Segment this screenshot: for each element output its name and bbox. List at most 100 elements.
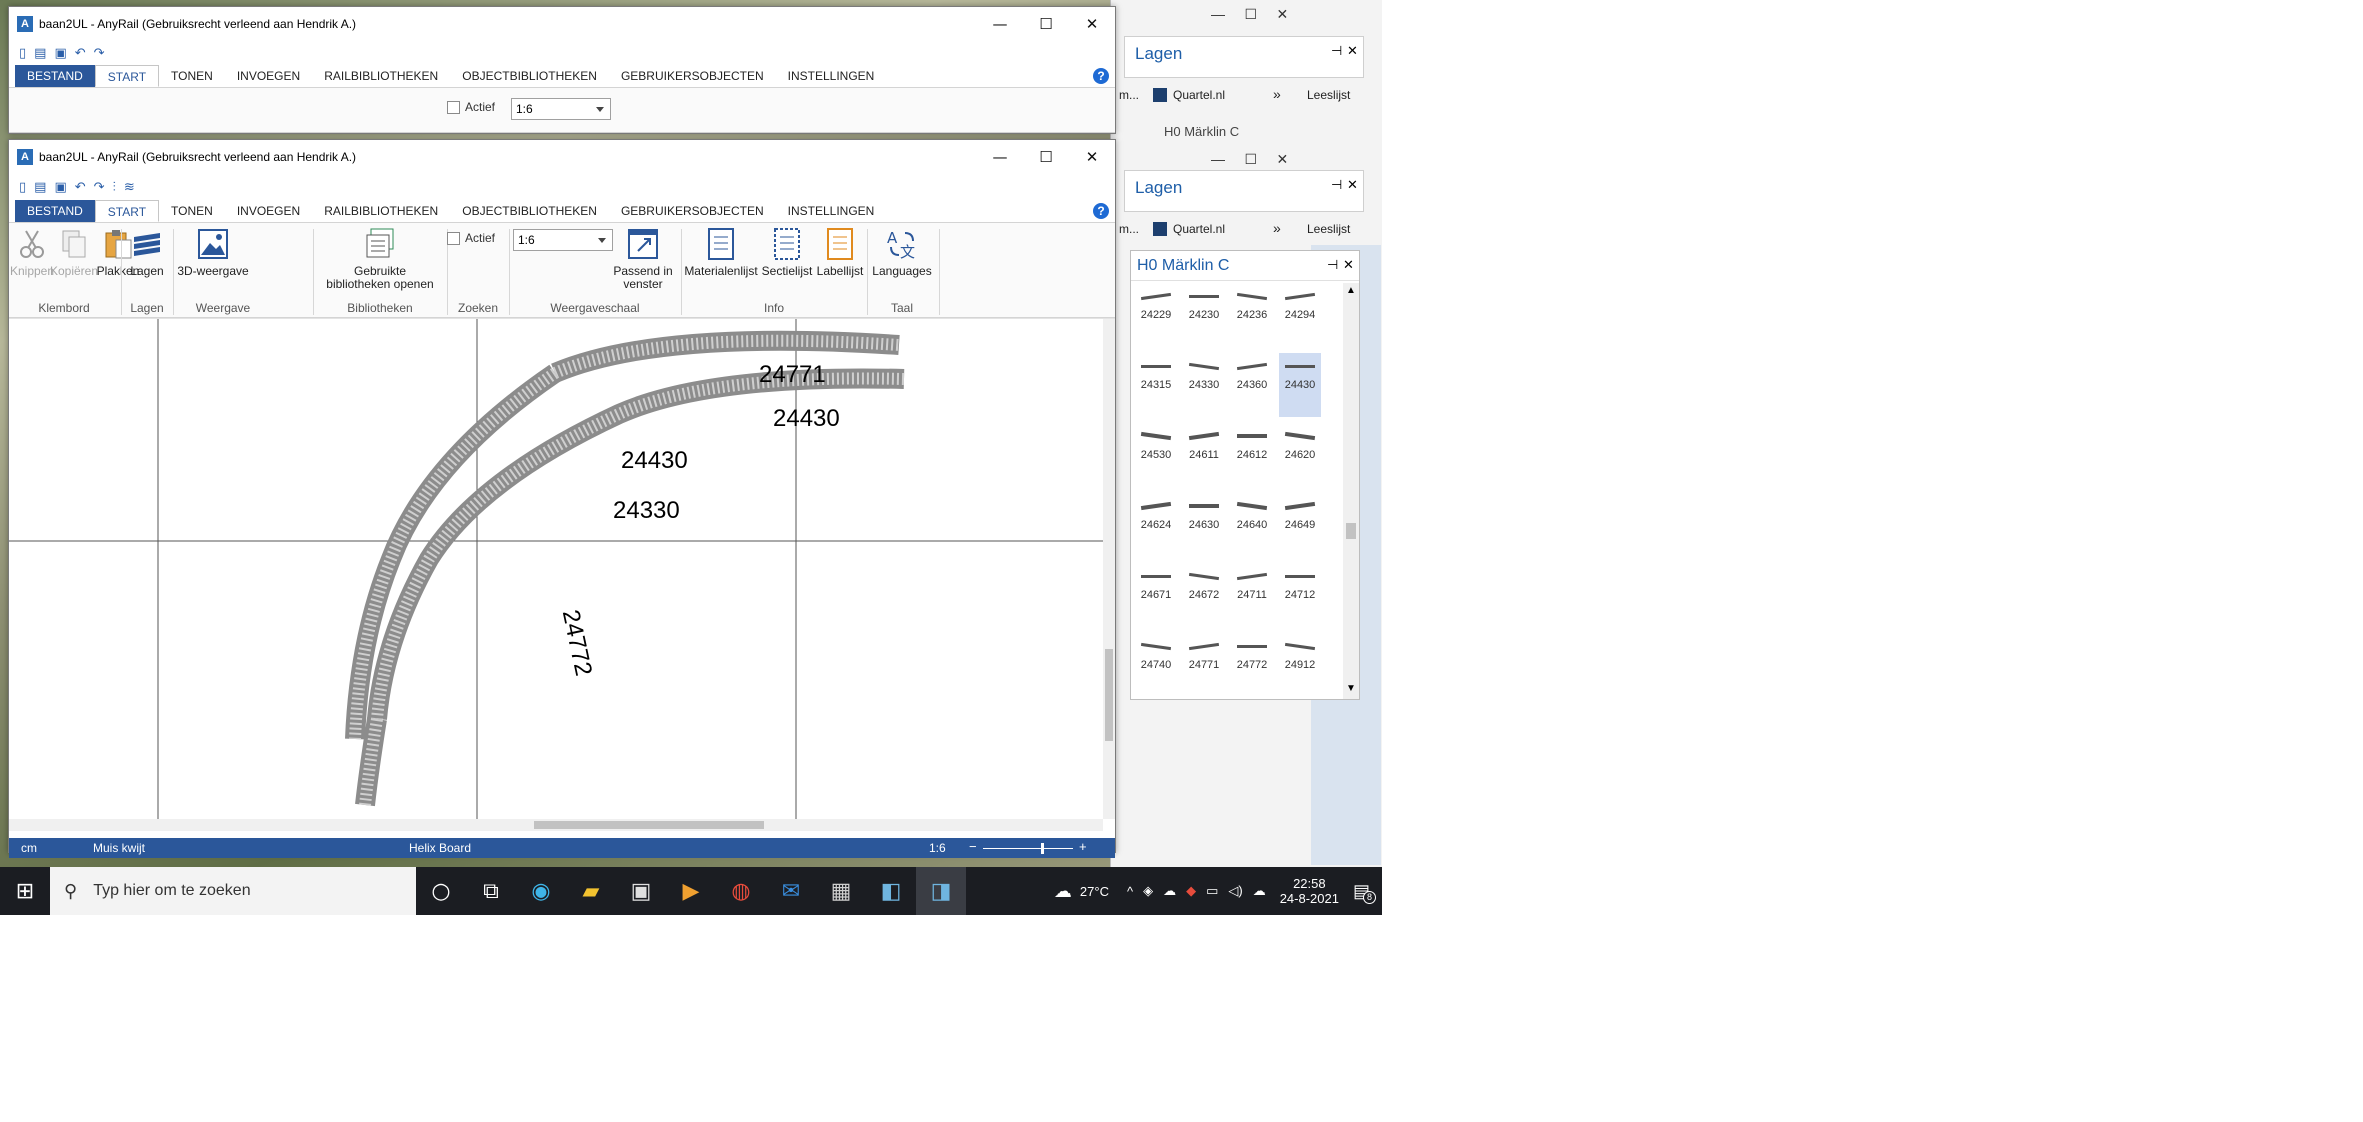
bookmarks-more-icon-2[interactable]: » xyxy=(1273,220,1281,236)
library-scrollbar[interactable]: ▲ ▼ xyxy=(1343,283,1359,699)
tab-railbibliotheken[interactable]: RAILBIBLIOTHEKEN xyxy=(312,200,450,222)
sectielijst-button[interactable]: Sectielijst xyxy=(761,227,813,278)
tab-start[interactable]: START xyxy=(94,200,160,222)
library-tile[interactable]: 24230 xyxy=(1183,283,1225,347)
library-tile[interactable]: 24630 xyxy=(1183,493,1225,557)
layers-qat-icon[interactable]: ≋ xyxy=(124,180,135,195)
library-tile[interactable]: 24912 xyxy=(1279,633,1321,697)
tab-invoegen[interactable]: INVOEGEN xyxy=(225,200,312,222)
tab-bestand[interactable]: BESTAND xyxy=(15,200,95,222)
library-tile[interactable]: 24712 xyxy=(1279,563,1321,627)
3d-weergave-button[interactable]: 3D-weergave xyxy=(177,227,249,278)
bookmark-partial[interactable]: m... xyxy=(1119,88,1139,102)
library-pin-icon[interactable]: ⊣ xyxy=(1327,257,1338,273)
library-tile[interactable]: 24771 xyxy=(1183,633,1225,697)
tab-railbibliotheken-back[interactable]: RAILBIBLIOTHEKEN xyxy=(312,65,450,87)
actief-checkbox-back[interactable]: Actief xyxy=(447,100,495,114)
dropbox-icon[interactable]: ◈ xyxy=(1143,883,1153,899)
vertical-scrollbar[interactable] xyxy=(1103,319,1115,819)
media-icon[interactable]: ▶ xyxy=(666,867,716,915)
close-icon-2[interactable]: ✕ xyxy=(1347,177,1358,193)
bookmark-quartel[interactable]: Quartel.nl xyxy=(1173,88,1225,102)
onedrive-icon[interactable]: ☁ xyxy=(1163,883,1176,899)
library-tile[interactable]: 24611 xyxy=(1183,423,1225,487)
gebruikte-bibliotheken-button[interactable]: Gebruikte bibliotheken openen xyxy=(315,227,445,291)
track-icon-front[interactable]: ⫶ xyxy=(113,180,116,195)
close-button-front[interactable]: ✕ xyxy=(1069,140,1115,174)
library-tile[interactable]: 24620 xyxy=(1279,423,1321,487)
library-tile[interactable]: 24530 xyxy=(1135,423,1177,487)
store-icon[interactable]: ▣ xyxy=(616,867,666,915)
pin-icon-2[interactable]: ⊣ xyxy=(1331,177,1342,193)
anyrail-taskbar-icon[interactable]: ◧ xyxy=(866,867,916,915)
security-icon[interactable]: ◆ xyxy=(1186,883,1196,899)
volume-icon[interactable]: ◁) xyxy=(1228,883,1242,899)
checkbox-box[interactable] xyxy=(447,231,460,245)
mail-icon[interactable]: ✉ xyxy=(766,867,816,915)
tray-chevron-icon[interactable]: ^ xyxy=(1127,884,1133,899)
tab-gebruikersobjecten[interactable]: GEBRUIKERSOBJECTEN xyxy=(609,200,776,222)
library-tile[interactable]: 24330 xyxy=(1183,353,1225,417)
open-icon[interactable]: ▤ xyxy=(34,46,46,61)
maximize-button-front[interactable]: ☐ xyxy=(1023,140,1069,174)
background-window-controls[interactable]: — ☐ ✕ xyxy=(1211,6,1288,23)
file-explorer-icon[interactable]: ▰ xyxy=(566,867,616,915)
maximize-button[interactable]: ☐ xyxy=(1023,7,1069,41)
library-scroll-thumb[interactable] xyxy=(1346,523,1356,539)
close-icon[interactable]: ✕ xyxy=(1347,43,1358,59)
zoom-out-icon[interactable]: − xyxy=(969,839,977,854)
background-window-controls-2[interactable]: — ☐ ✕ xyxy=(1211,151,1288,168)
track-label[interactable]: 24430 xyxy=(621,447,688,475)
pin-icon[interactable]: ⊣ xyxy=(1331,43,1342,59)
tab-instellingen-back[interactable]: INSTELLINGEN xyxy=(776,65,887,87)
bookmark-partial-2[interactable]: m... xyxy=(1119,222,1139,236)
open-icon-front[interactable]: ▤ xyxy=(34,180,46,195)
zoom-thumb[interactable] xyxy=(1041,843,1044,854)
help-icon[interactable]: ? xyxy=(1093,203,1109,219)
windows-start-icon[interactable]: ⊞ xyxy=(0,867,50,915)
clock[interactable]: 22:58 24-8-2021 xyxy=(1280,876,1339,906)
library-tile[interactable]: 24740 xyxy=(1135,633,1177,697)
library-tile[interactable]: 24649 xyxy=(1279,493,1321,557)
scroll-down-icon[interactable]: ▼ xyxy=(1346,683,1356,694)
library-tile[interactable]: 24671 xyxy=(1135,563,1177,627)
library-tile[interactable]: 24624 xyxy=(1135,493,1177,557)
library-tile[interactable]: 24236 xyxy=(1231,283,1273,347)
task-view-icon[interactable]: ⧉ xyxy=(466,867,516,915)
close-button[interactable]: ✕ xyxy=(1069,7,1115,41)
bookmarks-more-icon[interactable]: » xyxy=(1273,86,1281,102)
horizontal-scroll-thumb[interactable] xyxy=(534,821,764,829)
undo-icon[interactable]: ↶ xyxy=(75,46,86,61)
cortana-icon[interactable]: ○ xyxy=(416,867,466,915)
library-tile[interactable]: 24315 xyxy=(1135,353,1177,417)
library-tile[interactable]: 24294 xyxy=(1279,283,1321,347)
actief-checkbox[interactable]: Actief xyxy=(447,231,495,245)
library-tile[interactable]: 24430 xyxy=(1279,353,1321,417)
library-tile[interactable]: 24772 xyxy=(1231,633,1273,697)
help-icon-back[interactable]: ? xyxy=(1093,68,1109,84)
bookmark-leeslijst[interactable]: Leeslijst xyxy=(1307,88,1350,102)
weather-icon[interactable]: ☁ xyxy=(1054,881,1072,902)
temperature[interactable]: 27°C xyxy=(1080,884,1109,899)
library-tile[interactable]: 24711 xyxy=(1231,563,1273,627)
library-tile[interactable]: 24672 xyxy=(1183,563,1225,627)
kopieren-button[interactable]: Kopiëren xyxy=(49,227,99,278)
tab-objectbibliotheken[interactable]: OBJECTBIBLIOTHEKEN xyxy=(450,200,609,222)
network-icon[interactable]: ▭ xyxy=(1206,883,1218,899)
languages-button[interactable]: A文 Languages xyxy=(871,227,933,278)
redo-icon-front[interactable]: ↷ xyxy=(94,180,105,195)
tab-tonen-back[interactable]: TONEN xyxy=(159,65,225,87)
horizontal-scrollbar[interactable] xyxy=(9,819,1103,831)
track-label[interactable]: 24771 xyxy=(759,361,826,389)
edge-icon[interactable]: ◉ xyxy=(516,867,566,915)
tab-instellingen[interactable]: INSTELLINGEN xyxy=(776,200,887,222)
taskbar-search[interactable]: ⚲ Typ hier om te zoeken xyxy=(50,867,416,915)
undo-icon-front[interactable]: ↶ xyxy=(75,180,86,195)
track-label[interactable]: 24330 xyxy=(613,497,680,525)
scale-combo[interactable]: 1:6 xyxy=(513,229,613,251)
tab-objectbibliotheken-back[interactable]: OBJECTBIBLIOTHEKEN xyxy=(450,65,609,87)
tab-bestand-back[interactable]: BESTAND xyxy=(15,65,95,87)
tab-gebruikersobjecten-back[interactable]: GEBRUIKERSOBJECTEN xyxy=(609,65,776,87)
drawing-canvas[interactable]: 24771 24430 24430 24330 24772 xyxy=(9,318,1115,838)
knippen-button[interactable]: Knippen xyxy=(10,227,54,278)
